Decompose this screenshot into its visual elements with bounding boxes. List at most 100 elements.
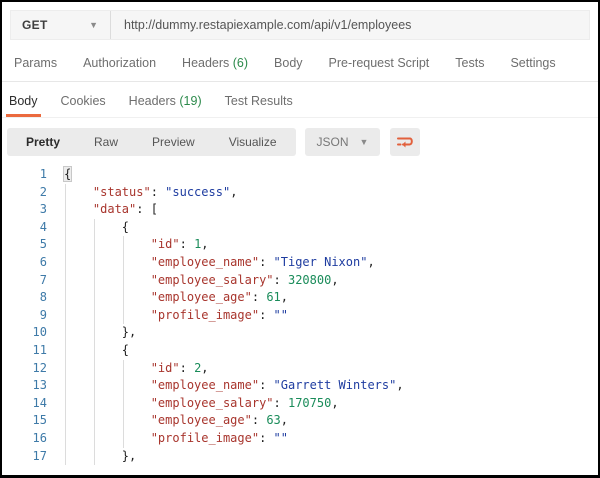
token-str: "success" xyxy=(165,185,230,199)
postman-window: GET ▼ http://dummy.restapiexample.com/ap… xyxy=(0,0,600,478)
method-select[interactable]: GET ▼ xyxy=(11,11,111,39)
view-pretty[interactable]: Pretty xyxy=(9,128,77,156)
line-number: 10 xyxy=(2,324,47,342)
code-line-content: "employee_age": 63, xyxy=(64,412,288,430)
wrap-text-button[interactable] xyxy=(390,128,420,156)
language-select[interactable]: JSON ▼ xyxy=(305,128,381,156)
view-visualize[interactable]: Visualize xyxy=(212,128,294,156)
response-tab-test-results[interactable]: Test Results xyxy=(222,94,296,117)
token-num: 61 xyxy=(266,290,280,304)
line-number: 8 xyxy=(2,289,47,307)
code-line-content: "employee_age": 61, xyxy=(64,289,288,307)
tab-label: Body xyxy=(9,94,38,108)
code-line: 1{ xyxy=(2,166,598,184)
line-number: 3 xyxy=(2,201,47,219)
code-line-content: "employee_salary": 170750, xyxy=(64,395,339,413)
tab-label: Authorization xyxy=(83,56,156,70)
token-key: "employee_age" xyxy=(151,290,252,304)
token-punc: : xyxy=(259,255,273,269)
token-punc: , xyxy=(396,378,403,392)
response-toolbar: PrettyRawPreviewVisualize JSON ▼ xyxy=(2,118,598,164)
line-number: 2 xyxy=(2,184,47,202)
tab-authorization[interactable]: Authorization xyxy=(83,56,156,70)
line-number: 9 xyxy=(2,307,47,325)
tab-params[interactable]: Params xyxy=(14,56,57,70)
code-line: 12 "id": 2, xyxy=(2,360,598,378)
line-number: 17 xyxy=(2,448,47,466)
token-punc: , xyxy=(201,361,208,375)
tab-tests[interactable]: Tests xyxy=(455,56,484,70)
token-punc: , xyxy=(331,396,338,410)
code-line: 9 "profile_image": "" xyxy=(2,307,598,325)
token-punc: , xyxy=(331,273,338,287)
response-tab-cookies[interactable]: Cookies xyxy=(58,94,109,117)
tab-label: Tests xyxy=(455,56,484,70)
tab-label: Headers xyxy=(129,94,176,108)
token-punc: : xyxy=(259,308,273,322)
tab-body[interactable]: Body xyxy=(274,56,303,70)
token-punc: : xyxy=(259,378,273,392)
token-key: "profile_image" xyxy=(151,308,259,322)
code-line: 7 "employee_salary": 320800, xyxy=(2,272,598,290)
code-line-content: }, xyxy=(64,448,136,466)
code-line-content: { xyxy=(64,219,129,237)
code-line-content: { xyxy=(64,166,71,184)
tab-settings[interactable]: Settings xyxy=(510,56,555,70)
code-line: 11 { xyxy=(2,342,598,360)
code-line: 15 "employee_age": 63, xyxy=(2,412,598,430)
code-line: 13 "employee_name": "Garrett Winters", xyxy=(2,377,598,395)
view-raw[interactable]: Raw xyxy=(77,128,135,156)
code-line-content: "employee_name": "Tiger Nixon", xyxy=(64,254,375,272)
code-line-content: "employee_salary": 320800, xyxy=(64,272,339,290)
token-punc: , xyxy=(281,290,288,304)
line-number: 6 xyxy=(2,254,47,272)
view-toggle: PrettyRawPreviewVisualize xyxy=(7,128,296,156)
code-line-content: "status": "success", xyxy=(64,184,237,202)
token-punc: : xyxy=(252,290,266,304)
token-str: "" xyxy=(274,431,288,445)
line-number: 5 xyxy=(2,236,47,254)
code-line: 2 "status": "success", xyxy=(2,184,598,202)
token-num: 63 xyxy=(266,413,280,427)
code-line: 4 { xyxy=(2,219,598,237)
url-input[interactable]: http://dummy.restapiexample.com/api/v1/e… xyxy=(111,11,589,39)
token-str: "" xyxy=(274,308,288,322)
wrap-text-icon xyxy=(396,134,414,150)
code-line-content: }, xyxy=(64,324,136,342)
token-key: "profile_image" xyxy=(151,431,259,445)
tab-label: Params xyxy=(14,56,57,70)
method-label: GET xyxy=(22,18,48,32)
tab-label: Settings xyxy=(510,56,555,70)
token-punc: { xyxy=(64,167,71,181)
chevron-down-icon: ▼ xyxy=(89,21,98,30)
line-number: 7 xyxy=(2,272,47,290)
tab-label: Test Results xyxy=(225,94,293,108)
line-number: 1 xyxy=(2,166,47,184)
token-str: "Garrett Winters" xyxy=(274,378,397,392)
request-url-bar: GET ▼ http://dummy.restapiexample.com/ap… xyxy=(10,10,590,40)
line-number: 12 xyxy=(2,360,47,378)
token-punc: : xyxy=(259,431,273,445)
line-number: 11 xyxy=(2,342,47,360)
token-punc: { xyxy=(122,220,129,234)
tab-label: Headers xyxy=(182,56,229,70)
view-preview[interactable]: Preview xyxy=(135,128,212,156)
code-line: 3 "data": [ xyxy=(2,201,598,219)
token-key: "employee_age" xyxy=(151,413,252,427)
token-punc: , xyxy=(230,185,237,199)
response-tab-body[interactable]: Body xyxy=(6,94,41,117)
code-line-content: "employee_name": "Garrett Winters", xyxy=(64,377,404,395)
tab-label: Pre-request Script xyxy=(329,56,430,70)
code-line: 16 "profile_image": "" xyxy=(2,430,598,448)
url-text: http://dummy.restapiexample.com/api/v1/e… xyxy=(124,18,411,32)
token-punc: { xyxy=(122,343,129,357)
token-key: "employee_name" xyxy=(151,255,259,269)
code-line-content: "profile_image": "" xyxy=(64,430,288,448)
response-tab-headers[interactable]: Headers (19) xyxy=(126,94,205,117)
token-punc: : xyxy=(180,361,194,375)
tab-headers[interactable]: Headers (6) xyxy=(182,56,248,70)
line-number: 14 xyxy=(2,395,47,413)
token-punc: : xyxy=(274,396,288,410)
token-punc: : xyxy=(252,413,266,427)
tab-pre-request-script[interactable]: Pre-request Script xyxy=(329,56,430,70)
